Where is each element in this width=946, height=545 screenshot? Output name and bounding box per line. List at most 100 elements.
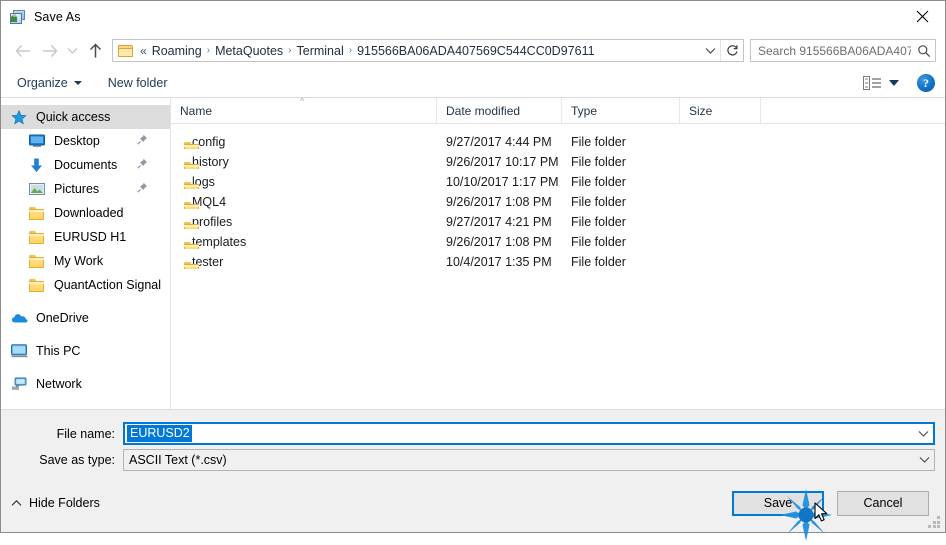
saveas-app-icon xyxy=(10,9,26,25)
column-header-label: Date modified xyxy=(446,103,521,118)
file-date-cell: 9/26/2017 1:08 PM xyxy=(446,235,552,249)
file-name-label: File name: xyxy=(56,426,115,441)
file-type-cell: File folder xyxy=(571,155,626,169)
breadcrumb-overflow[interactable]: « xyxy=(140,44,147,58)
file-name-cell[interactable]: templates xyxy=(171,235,437,249)
file-name-cell[interactable]: MQL4 xyxy=(171,195,437,209)
folder-icon xyxy=(29,205,47,221)
pin-icon[interactable] xyxy=(137,134,148,148)
view-dropdown-caret-icon[interactable] xyxy=(889,80,899,86)
sidebar-item-downloaded[interactable]: Downloaded xyxy=(1,201,170,225)
sidebar-item-desktop[interactable]: Desktop xyxy=(1,129,170,153)
file-name-input[interactable]: EURUSD2 xyxy=(123,422,935,445)
save-button[interactable]: Save xyxy=(732,490,824,516)
file-name-value[interactable]: EURUSD2 xyxy=(127,425,192,442)
breadcrumb-item-instance-id[interactable]: 915566BA06ADA407569C544CC0D97611 xyxy=(353,43,598,59)
save-as-type-select[interactable]: ASCII Text (*.csv) xyxy=(123,448,935,471)
sidebar-item-pictures[interactable]: Pictures xyxy=(1,177,170,201)
sidebar-item-network[interactable]: Network xyxy=(1,372,170,396)
sidebar-item-label: Documents xyxy=(54,158,118,172)
table-row[interactable]: templates 9/26/2017 1:08 PM File folder xyxy=(171,232,945,252)
search-input[interactable] xyxy=(751,43,913,58)
network-icon xyxy=(11,376,29,392)
sidebar-item-my-work[interactable]: My Work xyxy=(1,249,170,273)
refresh-button[interactable] xyxy=(720,40,743,61)
column-header-date-modified[interactable]: Date modified xyxy=(437,98,562,123)
table-row[interactable]: config 9/27/2017 4:44 PM File folder xyxy=(171,132,945,152)
save-as-type-value: ASCII Text (*.csv) xyxy=(129,452,227,467)
pin-icon[interactable] xyxy=(137,182,148,196)
cancel-button[interactable]: Cancel xyxy=(837,490,929,516)
forward-arrow-icon xyxy=(42,44,57,57)
forward-button[interactable] xyxy=(36,38,62,64)
file-name-cell[interactable]: profiles xyxy=(171,215,437,229)
file-type-cell: File folder xyxy=(571,235,626,249)
file-date-cell: 9/27/2017 4:21 PM xyxy=(446,215,552,229)
breadcrumb-item-roaming[interactable]: Roaming xyxy=(148,43,206,59)
table-row[interactable]: MQL4 9/26/2017 1:08 PM File folder xyxy=(171,192,945,212)
sidebar-item-label: My Work xyxy=(54,254,104,268)
file-name-cell[interactable]: logs xyxy=(171,175,437,189)
column-header-type[interactable]: Type xyxy=(562,98,680,123)
sidebar-item-label: Network xyxy=(36,377,82,391)
new-folder-button[interactable]: New folder xyxy=(108,76,168,90)
dialog-action-row: Hide Folders Save Cancel xyxy=(1,474,945,532)
folder-icon xyxy=(118,44,134,58)
navigation-pane: Quick access Desktop Documents Pictures … xyxy=(1,98,171,409)
column-header-name[interactable]: ^ Name xyxy=(171,97,437,123)
refresh-icon xyxy=(726,45,738,56)
hide-folders-button[interactable]: Hide Folders xyxy=(11,496,100,510)
caret-down-icon xyxy=(73,81,82,85)
resize-grip[interactable] xyxy=(928,516,941,529)
save-as-type-dropdown-button[interactable] xyxy=(915,456,934,464)
sidebar-item-label: Desktop xyxy=(54,134,100,148)
sidebar-item-onedrive[interactable]: OneDrive xyxy=(1,306,170,330)
file-type-cell: File folder xyxy=(571,195,626,209)
sidebar-item-quantaction-signal[interactable]: QuantAction Signal xyxy=(1,273,170,297)
search-box[interactable] xyxy=(750,39,936,62)
table-row[interactable]: tester 10/4/2017 1:35 PM File folder xyxy=(171,252,945,272)
breadcrumb-item-metaquotes[interactable]: MetaQuotes xyxy=(211,43,287,59)
search-icon xyxy=(913,44,935,58)
close-icon xyxy=(916,10,928,23)
breadcrumb-item-terminal[interactable]: Terminal xyxy=(293,43,348,59)
organize-label: Organize xyxy=(17,76,68,90)
pin-icon[interactable] xyxy=(137,158,148,172)
sidebar-item-quick-access[interactable]: Quick access xyxy=(1,105,170,129)
change-view-button[interactable] xyxy=(863,76,899,90)
address-bar[interactable]: « Roaming › MetaQuotes › Terminal › 9155… xyxy=(112,39,744,62)
view-layout-icon xyxy=(863,76,881,90)
sidebar-item-eurusd-h1[interactable]: EURUSD H1 xyxy=(1,225,170,249)
thispc-monitor-icon xyxy=(11,343,29,359)
sidebar-item-label: Pictures xyxy=(54,182,100,196)
documents-arrow-icon xyxy=(29,157,47,173)
recent-locations-button[interactable] xyxy=(62,38,82,64)
help-button[interactable]: ? xyxy=(917,74,935,92)
file-name-cell[interactable]: tester xyxy=(171,255,437,269)
file-name-cell[interactable]: history xyxy=(171,155,437,169)
file-name-cell[interactable]: config xyxy=(171,135,437,149)
table-row[interactable]: history 9/26/2017 10:17 PM File folder xyxy=(171,152,945,172)
sidebar-item-label: Quick access xyxy=(36,110,111,124)
address-dropdown-button[interactable] xyxy=(700,40,720,61)
up-button[interactable] xyxy=(82,38,108,64)
sidebar-item-documents[interactable]: Documents xyxy=(1,153,170,177)
file-type-cell: File folder xyxy=(571,175,626,189)
window-title: Save As xyxy=(34,9,81,24)
back-button[interactable] xyxy=(10,38,36,64)
folder-icon xyxy=(29,229,47,245)
column-header-label: Name xyxy=(180,103,213,118)
folder-icon xyxy=(29,277,47,293)
file-name-dropdown-button[interactable] xyxy=(914,430,933,438)
organize-button[interactable]: Organize xyxy=(17,76,82,90)
table-row[interactable]: logs 10/10/2017 1:17 PM File folder xyxy=(171,172,945,192)
table-row[interactable]: profiles 9/27/2017 4:21 PM File folder xyxy=(171,212,945,232)
cancel-label: Cancel xyxy=(863,496,903,510)
sidebar-item-this-pc[interactable]: This PC xyxy=(1,339,170,363)
chevron-down-icon xyxy=(918,430,929,437)
new-folder-label: New folder xyxy=(107,76,168,90)
file-type-cell: File folder xyxy=(571,215,626,229)
column-header-size[interactable]: Size xyxy=(680,98,761,123)
close-button[interactable] xyxy=(899,1,945,32)
hide-folders-label: Hide Folders xyxy=(29,496,100,510)
